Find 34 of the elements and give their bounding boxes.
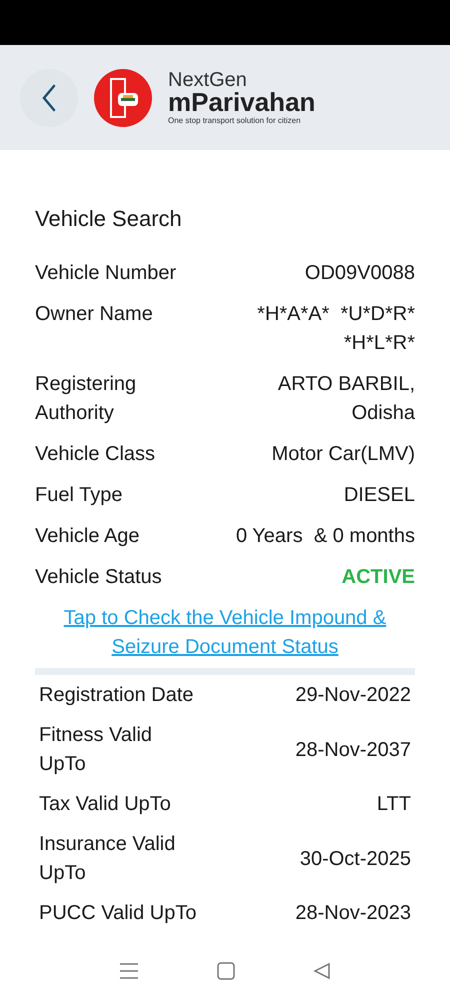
logo-icon — [94, 68, 152, 126]
field-label: Insurance Valid UpTo — [39, 832, 176, 886]
field-label: Owner Name — [35, 302, 154, 327]
menu-icon[interactable] — [119, 962, 139, 980]
field-label: PUCC Valid UpTo — [39, 901, 198, 926]
field-label: Vehicle Age — [35, 524, 141, 549]
field-label: Vehicle Status — [35, 565, 163, 590]
field-value: *H*A*A* *U*D*R* *H*L*R* — [256, 302, 415, 356]
field-value: 29-Nov-2022 — [295, 683, 411, 708]
brand-subtitle: NextGen — [168, 70, 248, 90]
field-value: 30-Oct-2025 — [300, 846, 411, 872]
field-value: DIESEL — [344, 483, 415, 508]
back-icon[interactable] — [313, 962, 331, 980]
field-label: Vehicle Number — [35, 261, 178, 286]
field-value: ARTO BARBIL, Odisha — [276, 372, 415, 426]
home-icon[interactable] — [217, 962, 235, 980]
field-value: 28-Nov-2037 — [295, 738, 411, 762]
field-value: OD09V0088 — [304, 261, 415, 286]
field-value: 0 Years & 0 months — [236, 524, 415, 549]
field-label: Tax Valid UpTo — [39, 792, 172, 817]
brand-tagline: One stop transport solution for citizen — [168, 117, 302, 125]
page-title: Vehicle Search — [35, 205, 183, 233]
brand-name: mParivahan — [168, 89, 316, 115]
field-label: Registration Date — [39, 683, 195, 708]
back-icon — [41, 84, 57, 112]
impound-status-link[interactable]: Tap to Check the Vehicle Impound & Seizure Document Status — [40, 604, 410, 662]
field-value: Motor Car(LMV) — [272, 442, 415, 467]
field-value: LTT — [376, 792, 411, 817]
field-label: Fuel Type — [35, 483, 124, 508]
field-label: Fitness Valid UpTo — [39, 723, 154, 777]
field-label: Vehicle Class — [35, 442, 156, 467]
field-value: 28-Nov-2023 — [295, 901, 411, 926]
field-label: Registering Authority — [35, 372, 138, 426]
status-value: ACTIVE — [342, 565, 415, 590]
